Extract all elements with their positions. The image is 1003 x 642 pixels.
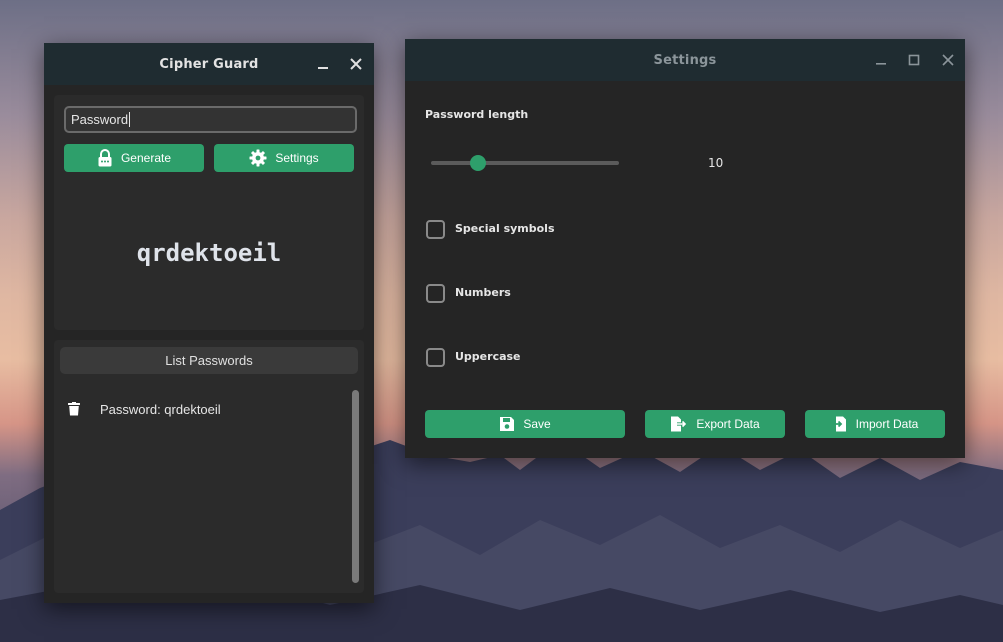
window-title: Settings: [653, 52, 717, 68]
password-length-label: Password length: [425, 108, 529, 121]
export-data-label: Export Data: [696, 417, 760, 431]
close-icon: [350, 58, 362, 70]
gear-icon: [249, 149, 267, 167]
password-length-value: 10: [708, 156, 724, 170]
minimize-icon: [876, 63, 886, 65]
password-name-input[interactable]: Password: [64, 106, 357, 133]
generate-button[interactable]: Generate: [64, 144, 204, 172]
special-symbols-label: Special symbols: [455, 222, 555, 235]
minimize-icon: [318, 67, 328, 69]
input-text: Password: [71, 112, 129, 127]
lock-icon: [98, 149, 112, 167]
minimize-button[interactable]: [868, 39, 894, 81]
save-icon: [500, 417, 515, 431]
generator-panel: Password Generate Settings qrdektoeil: [54, 95, 364, 330]
settings-button-label: Settings: [275, 151, 319, 165]
list-item-label: Password: qrdektoeil: [100, 401, 221, 417]
close-button[interactable]: [343, 43, 369, 85]
file-import-icon: [832, 416, 846, 432]
slider-handle[interactable]: [470, 155, 486, 171]
password-length-slider[interactable]: [431, 161, 619, 165]
numbers-checkbox[interactable]: [426, 284, 445, 303]
settings-window: Settings Password length 10 Special symb…: [405, 39, 965, 458]
list-passwords-header: List Passwords: [60, 347, 358, 374]
maximize-icon: [908, 54, 920, 66]
generate-button-label: Generate: [120, 151, 172, 165]
minimize-button[interactable]: [310, 43, 336, 85]
import-data-button[interactable]: Import Data: [805, 410, 945, 438]
close-icon: [942, 54, 954, 66]
uppercase-checkbox[interactable]: [426, 348, 445, 367]
file-export-icon: [671, 416, 688, 432]
settings-button[interactable]: Settings: [214, 144, 354, 172]
generated-password-display: qrdektoeil: [136, 239, 282, 267]
numbers-label: Numbers: [455, 286, 511, 299]
export-data-button[interactable]: Export Data: [645, 410, 785, 438]
window-title: Cipher Guard: [159, 56, 259, 72]
list-scrollbar[interactable]: [352, 390, 360, 583]
list-item[interactable]: Password: qrdektoeil: [68, 399, 221, 419]
close-button[interactable]: [935, 39, 961, 81]
save-button-label: Save: [523, 417, 551, 431]
cipher-guard-window: Cipher Guard Password Generate Settings …: [44, 43, 374, 603]
text-caret: [129, 112, 131, 127]
password-list-panel: List Passwords Password: qrdektoeil: [54, 340, 364, 593]
save-button[interactable]: Save: [425, 410, 625, 438]
trash-icon[interactable]: [68, 402, 80, 416]
list-scrollbar-thumb[interactable]: [352, 390, 359, 583]
special-symbols-checkbox[interactable]: [426, 220, 445, 239]
maximize-button[interactable]: [901, 39, 927, 81]
uppercase-label: Uppercase: [455, 350, 521, 363]
import-data-label: Import Data: [855, 417, 919, 431]
